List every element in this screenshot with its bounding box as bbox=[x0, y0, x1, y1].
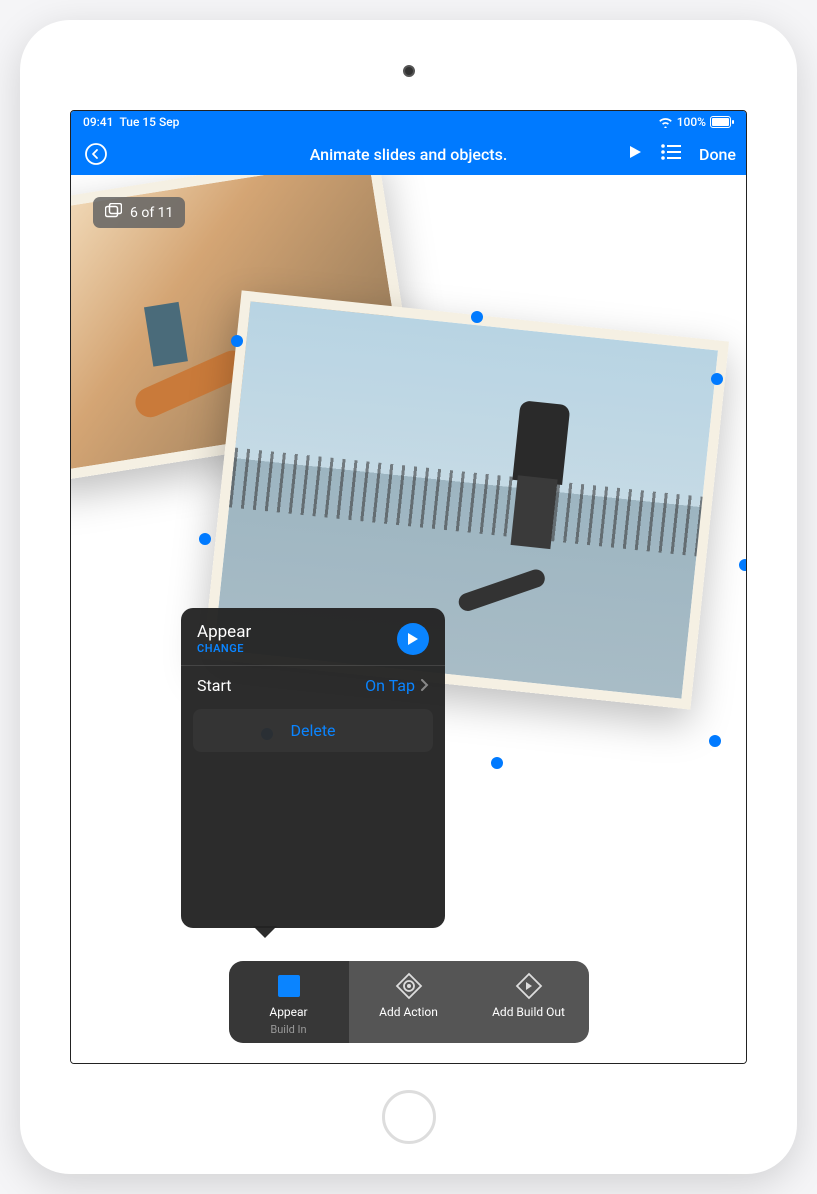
status-bar: 09:41 Tue 15 Sep 100% bbox=[71, 111, 746, 133]
list-button[interactable] bbox=[661, 144, 681, 164]
animation-bottom-bar: Appear Build In Add Action Add Build Out bbox=[229, 961, 589, 1043]
appear-icon bbox=[274, 971, 304, 1001]
animation-title: Appear bbox=[197, 622, 251, 642]
animation-popup: Appear CHANGE Start On Tap bbox=[181, 608, 445, 928]
action-icon bbox=[394, 971, 424, 1001]
slide-canvas[interactable]: 6 of 11 bbox=[71, 175, 746, 1063]
slides-icon bbox=[105, 203, 122, 222]
status-date: Tue 15 Sep bbox=[119, 115, 179, 129]
selection-handle[interactable] bbox=[491, 757, 503, 769]
add-action-label: Add Action bbox=[379, 1006, 438, 1019]
ipad-device-frame: 09:41 Tue 15 Sep 100% Animate slides and… bbox=[20, 20, 797, 1174]
done-button[interactable]: Done bbox=[699, 145, 736, 164]
start-value: On Tap bbox=[365, 676, 415, 695]
photo-figure bbox=[482, 398, 590, 586]
slide-counter[interactable]: 6 of 11 bbox=[93, 197, 185, 228]
chevron-right-icon bbox=[421, 676, 429, 695]
back-button[interactable] bbox=[81, 139, 111, 169]
selection-handle[interactable] bbox=[709, 735, 721, 747]
build-in-sublabel: Build In bbox=[270, 1024, 306, 1035]
add-action-button[interactable]: Add Action bbox=[349, 961, 469, 1043]
camera-dot bbox=[403, 65, 415, 77]
start-row[interactable]: Start On Tap bbox=[181, 665, 445, 705]
page-title: Animate slides and objects. bbox=[310, 145, 508, 164]
build-out-icon bbox=[514, 971, 544, 1001]
wifi-icon bbox=[658, 117, 673, 128]
nav-bar: Animate slides and objects. Done bbox=[71, 133, 746, 175]
preview-button[interactable] bbox=[397, 623, 429, 655]
status-time: 09:41 bbox=[83, 115, 113, 129]
battery-percent: 100% bbox=[677, 115, 706, 129]
selection-handle[interactable] bbox=[739, 559, 746, 571]
play-button[interactable] bbox=[627, 144, 643, 164]
selection-handle[interactable] bbox=[711, 373, 723, 385]
build-in-button[interactable]: Appear Build In bbox=[229, 961, 349, 1043]
add-build-out-label: Add Build Out bbox=[492, 1006, 565, 1019]
selection-handle[interactable] bbox=[471, 311, 483, 323]
selection-handle[interactable] bbox=[231, 335, 243, 347]
selection-handle[interactable] bbox=[199, 533, 211, 545]
home-button[interactable] bbox=[382, 1090, 436, 1144]
slide-counter-text: 6 of 11 bbox=[130, 205, 173, 221]
build-in-label: Appear bbox=[269, 1006, 307, 1019]
battery-icon bbox=[710, 116, 734, 128]
change-animation-button[interactable]: CHANGE bbox=[197, 642, 251, 655]
delete-button[interactable]: Delete bbox=[193, 709, 433, 752]
start-label: Start bbox=[197, 676, 231, 695]
screen: 09:41 Tue 15 Sep 100% Animate slides and… bbox=[70, 110, 747, 1064]
add-build-out-button[interactable]: Add Build Out bbox=[469, 961, 589, 1043]
photo-fence bbox=[229, 448, 703, 557]
